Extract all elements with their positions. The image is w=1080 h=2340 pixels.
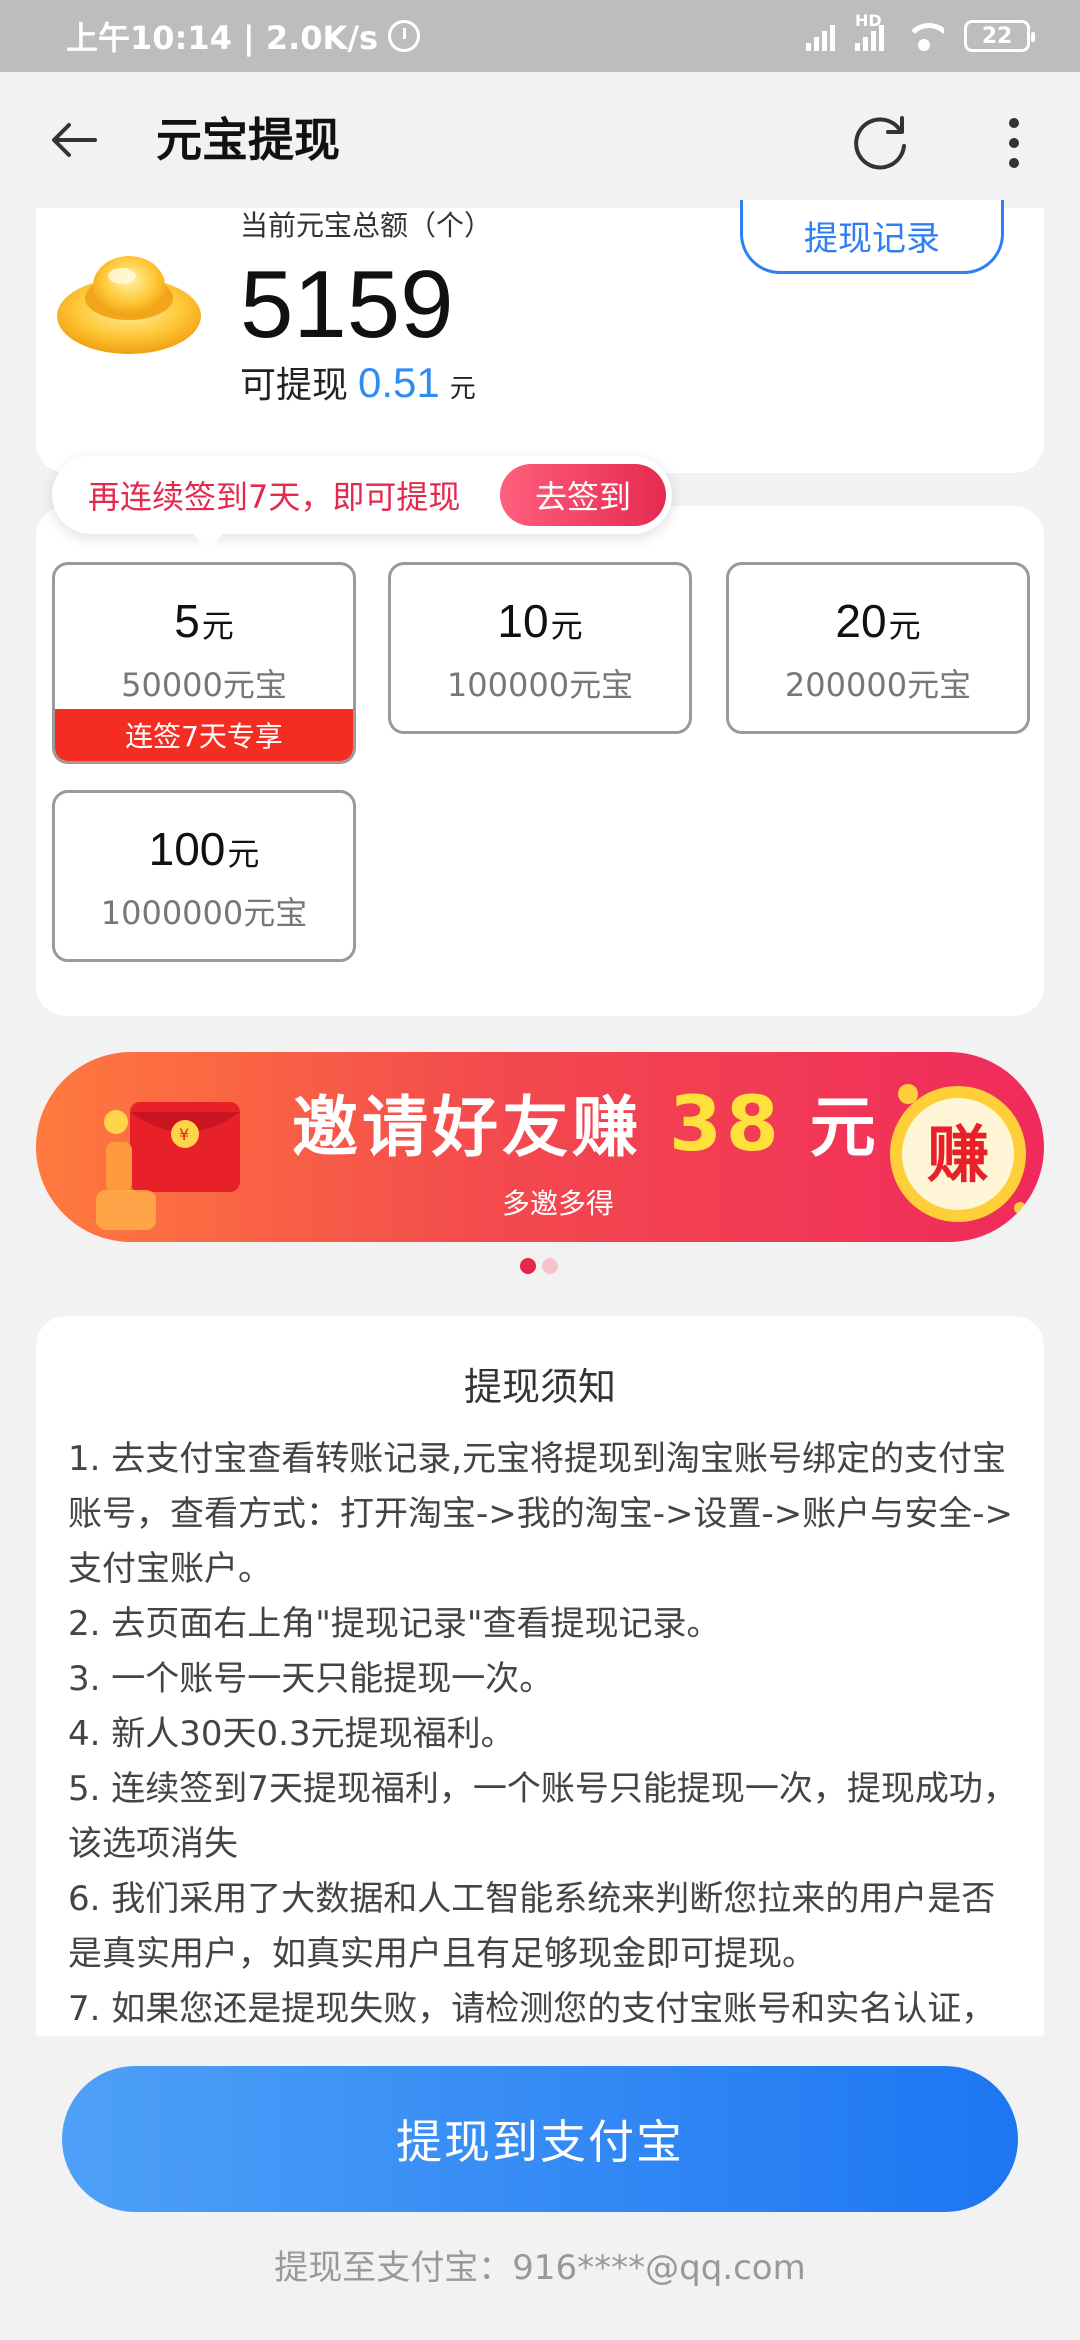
signin-tip: 再连续签到7天，即可提现 去签到 xyxy=(52,456,672,550)
option-amount: 20 xyxy=(835,595,887,647)
signin-tip-text: 再连续签到7天，即可提现 xyxy=(88,478,461,516)
pagination-dot xyxy=(542,1258,558,1274)
refresh-icon xyxy=(854,116,906,170)
svg-text:¥: ¥ xyxy=(179,1125,189,1144)
balance-value: 5159 xyxy=(240,251,454,358)
gold-ingot-icon xyxy=(57,256,201,354)
more-dot-icon xyxy=(1009,158,1019,168)
notice-item: 3. 一个账号一天只能提现一次。 xyxy=(68,1659,554,1699)
available-label: 可提现 xyxy=(240,365,349,406)
balance-label: 当前元宝总额（个） xyxy=(240,209,493,242)
page-title: 元宝提现 xyxy=(156,113,340,167)
arrow-left-icon xyxy=(52,123,97,157)
back-button[interactable] xyxy=(44,110,104,170)
earn-badge-icon: 赚 xyxy=(880,1072,1036,1228)
more-options-button[interactable] xyxy=(994,112,1034,174)
withdraw-notice: 提现须知 1. 去支付宝查看转账记录,元宝将提现到淘宝账号绑定的支付宝账号，查看… xyxy=(36,1316,1044,2036)
notice-item: 7. 如果您还是提现失败，请检测您的支付宝账号和实名认证， xyxy=(68,1989,996,2029)
wifi-icon xyxy=(904,21,944,51)
available-unit: 元 xyxy=(449,374,476,404)
pagination-dot-active xyxy=(520,1258,536,1274)
available-amount: 0.51 xyxy=(358,359,440,406)
option-unit: 元 xyxy=(550,608,583,644)
withdraw-record-button[interactable]: 提现记录 xyxy=(740,200,1004,274)
notice-title: 提现须知 xyxy=(463,1365,616,1409)
option-ingots: 100000元宝 xyxy=(446,666,634,704)
signin-button[interactable]: 去签到 xyxy=(500,464,666,526)
more-dot-icon xyxy=(1009,118,1019,128)
option-unit: 元 xyxy=(888,608,921,644)
battery-level: 22 xyxy=(981,23,1013,49)
notice-item: 5. 连续签到7天提现福利，一个账号只能提现一次，提现成功，该选项消失 xyxy=(68,1769,1017,1864)
red-envelope-icon: ¥ xyxy=(96,1102,240,1230)
alarm-icon xyxy=(388,20,421,52)
banner-title-unit: 元 xyxy=(809,1089,880,1166)
available-amount-row: 可提现 0.51 元 xyxy=(240,356,476,408)
option-amount: 5 xyxy=(174,595,200,647)
banner-pagination xyxy=(520,1258,558,1274)
withdraw-to-alipay-button[interactable]: 提现到支付宝 xyxy=(62,2066,1018,2212)
balance-card: 当前元宝总额（个） 5159 可提现 0.51 元 提现记录 xyxy=(36,200,1044,473)
notice-item: 4. 新人30天0.3元提现福利。 xyxy=(68,1714,515,1754)
option-amount: 100 xyxy=(148,823,226,875)
withdraw-option-20[interactable]: 20元 200000元宝 xyxy=(726,562,1030,734)
option-ingots: 50000元宝 xyxy=(121,666,287,704)
alipay-account-line: 提现至支付宝：916****@qq.com xyxy=(274,2248,806,2288)
banner-title: 邀请好友赚 38 元 xyxy=(292,1074,880,1170)
withdraw-option-100[interactable]: 100元 1000000元宝 xyxy=(52,790,356,962)
app-header: 元宝提现 xyxy=(0,72,1080,208)
option-unit: 元 xyxy=(201,608,234,644)
notice-item: 6. 我们采用了大数据和人工智能系统来判断您拉来的用户是否是真实用户，如真实用户… xyxy=(68,1879,996,1974)
notice-item: 2. 去页面右上角"提现记录"查看提现记录。 xyxy=(68,1604,721,1644)
notice-item: 1. 去支付宝查看转账记录,元宝将提现到淘宝账号绑定的支付宝账号，查看方式：打开… xyxy=(68,1439,1014,1589)
withdraw-option-5[interactable]: 5元 50000元宝 连签7天专享 xyxy=(52,562,356,764)
option-amount: 10 xyxy=(497,595,549,647)
banner-title-prefix: 邀请好友赚 xyxy=(292,1089,642,1166)
refresh-button[interactable] xyxy=(850,112,912,174)
status-time-speed: 上午10:14 | 2.0K/s xyxy=(66,19,379,57)
signal-hd-icon: HD xyxy=(855,11,884,51)
notice-body: 1. 去支付宝查看转账记录,元宝将提现到淘宝账号绑定的支付宝账号，查看方式：打开… xyxy=(68,1432,1018,2036)
option-ingots: 1000000元宝 xyxy=(100,894,308,932)
battery-icon: 22 xyxy=(964,20,1035,52)
withdraw-option-10[interactable]: 10元 100000元宝 xyxy=(388,562,692,734)
more-dot-icon xyxy=(1009,138,1019,148)
signal-icon xyxy=(806,21,835,51)
option-tag: 连签7天专享 xyxy=(55,709,353,761)
svg-text:赚: 赚 xyxy=(927,1118,989,1191)
invite-banner[interactable]: ¥ 邀请好友赚 38 元 多邀多得 赚 xyxy=(36,1052,1044,1242)
banner-title-amount: 38 xyxy=(668,1079,783,1168)
option-unit: 元 xyxy=(227,836,260,872)
option-ingots: 200000元宝 xyxy=(784,666,972,704)
status-bar: 上午10:14 | 2.0K/s HD 22 xyxy=(0,0,1080,72)
banner-subtitle: 多邀多得 xyxy=(502,1187,615,1220)
